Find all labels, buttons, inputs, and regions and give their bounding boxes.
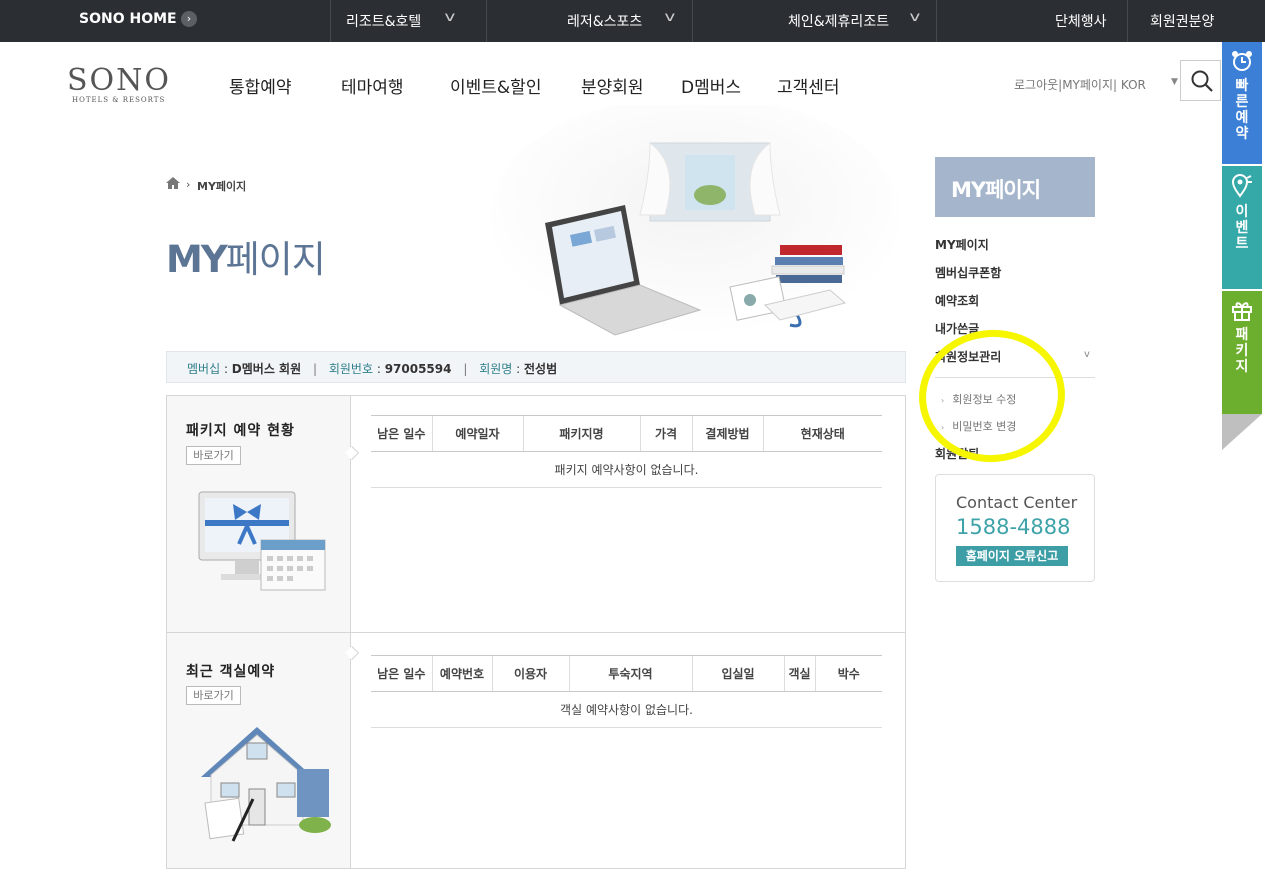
gnb-dmembers[interactable]: D멤버스 — [681, 73, 741, 98]
section-title: 최근 객실예약 — [186, 664, 276, 680]
divider: | — [463, 362, 468, 376]
topnav-resort-hotel[interactable]: 리조트&호텔 — [346, 11, 421, 31]
sono-home-link[interactable]: SONO HOME — [79, 11, 177, 27]
sidebar-item-coupons[interactable]: 멤버십쿠폰함 — [935, 264, 1001, 281]
membership-label: 멤버십 — [187, 362, 221, 376]
house-illustration — [201, 727, 331, 842]
gnb-customer-center[interactable]: 고객센터 — [777, 73, 840, 98]
topnav-membership-sale[interactable]: 회원권분양 — [1150, 11, 1214, 31]
alarm-clock-icon — [1232, 51, 1252, 71]
report-error-button[interactable]: 홈페이지 오류신고 — [956, 546, 1068, 566]
column-header: 예약일자 — [431, 415, 523, 452]
topnav-group-event[interactable]: 단체행사 — [1055, 11, 1107, 31]
quick-tab-label: 패키지 — [1235, 327, 1249, 375]
column-header: 객실 — [783, 655, 815, 692]
breadcrumb[interactable]: MY페이지 — [197, 178, 246, 194]
chevron-down-icon[interactable]: v — [444, 10, 455, 25]
logo-subtitle: HOTELS & RESORTS — [72, 96, 166, 104]
quick-tab-label: 빠른예약 — [1235, 78, 1249, 142]
sidebar-item-mypage[interactable]: MY페이지 — [935, 236, 989, 253]
section-title: 패키지 예약 현황 — [186, 423, 295, 439]
room-table: 남은 일수 예약번호 이용자 투숙지역 입실일 객실 박수 객실 예약사항이 없… — [371, 655, 882, 728]
goto-package-button[interactable]: 바로가기 — [186, 446, 241, 465]
column-header: 가격 — [639, 415, 692, 452]
quick-tab-booking[interactable]: 빠른예약 — [1222, 42, 1262, 164]
gnb-theme-travel[interactable]: 테마여행 — [341, 73, 404, 98]
member-number-value: 97005594 — [384, 362, 452, 376]
empty-message: 패키지 예약사항이 없습니다. — [371, 451, 882, 488]
membership-value: D멤버스 회원 — [231, 362, 302, 376]
breadcrumb-separator: › — [186, 178, 191, 191]
sono-logo[interactable]: SONO — [67, 63, 171, 98]
gnb-event-discount[interactable]: 이벤트&할인 — [450, 73, 541, 98]
member-number-label: 회원번호 — [328, 362, 374, 376]
page-title: MY페이지 — [166, 229, 326, 283]
column-header: 결제방법 — [691, 415, 763, 452]
quick-tab-fold — [1222, 414, 1262, 450]
topnav-chain-resort[interactable]: 체인&제휴리조트 — [788, 11, 889, 31]
sidebar-title: MY페이지 — [935, 157, 1095, 217]
top-bar: SONO HOME › 리조트&호텔 v 레저&스포츠 v 체인&제휴리조트 v… — [0, 0, 1265, 42]
gnb-sale-member[interactable]: 분양회원 — [581, 73, 644, 98]
chevron-right-icon[interactable]: › — [181, 11, 197, 27]
chevron-down-icon[interactable]: v — [909, 10, 920, 25]
page-title-suffix: 페이지 — [225, 238, 326, 281]
goto-room-button[interactable]: 바로가기 — [186, 686, 241, 705]
search-icon — [1191, 70, 1213, 92]
divider — [330, 0, 331, 42]
contact-title: Contact Center — [956, 493, 1078, 512]
divider: | — [312, 362, 318, 376]
column-header: 남은 일수 — [371, 655, 432, 692]
chevron-down-icon[interactable]: v — [1084, 349, 1090, 360]
member-info-bar: 멤버십 : D멤버스 회원 | 회원번호 : 97005594 | 회원명 : … — [166, 351, 906, 383]
gnb-integrated-booking[interactable]: 통합예약 — [229, 73, 292, 98]
gift-icon — [1232, 302, 1252, 321]
hero-illustration — [490, 105, 900, 336]
room-reservation-section: 최근 객실예약 바로가기 남은 일수 예약번호 이용자 투숙지역 입실일 객실 … — [166, 632, 906, 869]
column-header: 박수 — [814, 655, 882, 692]
contact-phone: 1588-4888 — [956, 515, 1071, 539]
column-header: 패키지명 — [522, 415, 640, 452]
package-table: 남은 일수 예약일자 패키지명 가격 결제방법 현재상태 패키지 예약사항이 없… — [371, 415, 882, 488]
quick-tab-package[interactable]: 패키지 — [1222, 291, 1262, 414]
topnav-leisure-sports[interactable]: 레저&스포츠 — [567, 11, 642, 31]
divider — [936, 0, 937, 42]
home-icon[interactable] — [166, 177, 180, 189]
column-header: 현재상태 — [762, 415, 882, 452]
member-name-label: 회원명 — [479, 362, 513, 376]
search-button[interactable] — [1180, 60, 1221, 101]
empty-message: 객실 예약사항이 없습니다. — [371, 691, 882, 728]
package-reservation-section: 패키지 예약 현황 바로가기 남은 일수 예약일자 패키지명 가격 결제방법 현… — [166, 395, 906, 633]
column-header: 입실일 — [691, 655, 784, 692]
column-header: 예약번호 — [431, 655, 492, 692]
divider — [1127, 0, 1128, 42]
quick-tab-label: 이벤트 — [1235, 204, 1249, 252]
column-header: 남은 일수 — [371, 415, 432, 452]
location-pin-icon — [1231, 174, 1252, 198]
column-header: 이용자 — [491, 655, 569, 692]
column-header: 투숙지역 — [568, 655, 692, 692]
divider — [692, 0, 693, 42]
caret-down-icon[interactable]: ▼ — [1171, 77, 1178, 87]
sidebar-item-reservations[interactable]: 예약조회 — [935, 292, 979, 309]
package-illustration — [198, 491, 326, 591]
utility-links[interactable]: 로그아웃|MY페이지| KOR — [1014, 76, 1146, 93]
chevron-down-icon[interactable]: v — [664, 10, 675, 25]
member-name-value: 전성범 — [523, 362, 558, 376]
contact-center-box: Contact Center 1588-4888 홈페이지 오류신고 — [935, 474, 1095, 582]
quick-tab-event[interactable]: 이벤트 — [1222, 166, 1262, 289]
divider — [486, 0, 487, 42]
page-title-prefix: MY — [166, 238, 228, 281]
